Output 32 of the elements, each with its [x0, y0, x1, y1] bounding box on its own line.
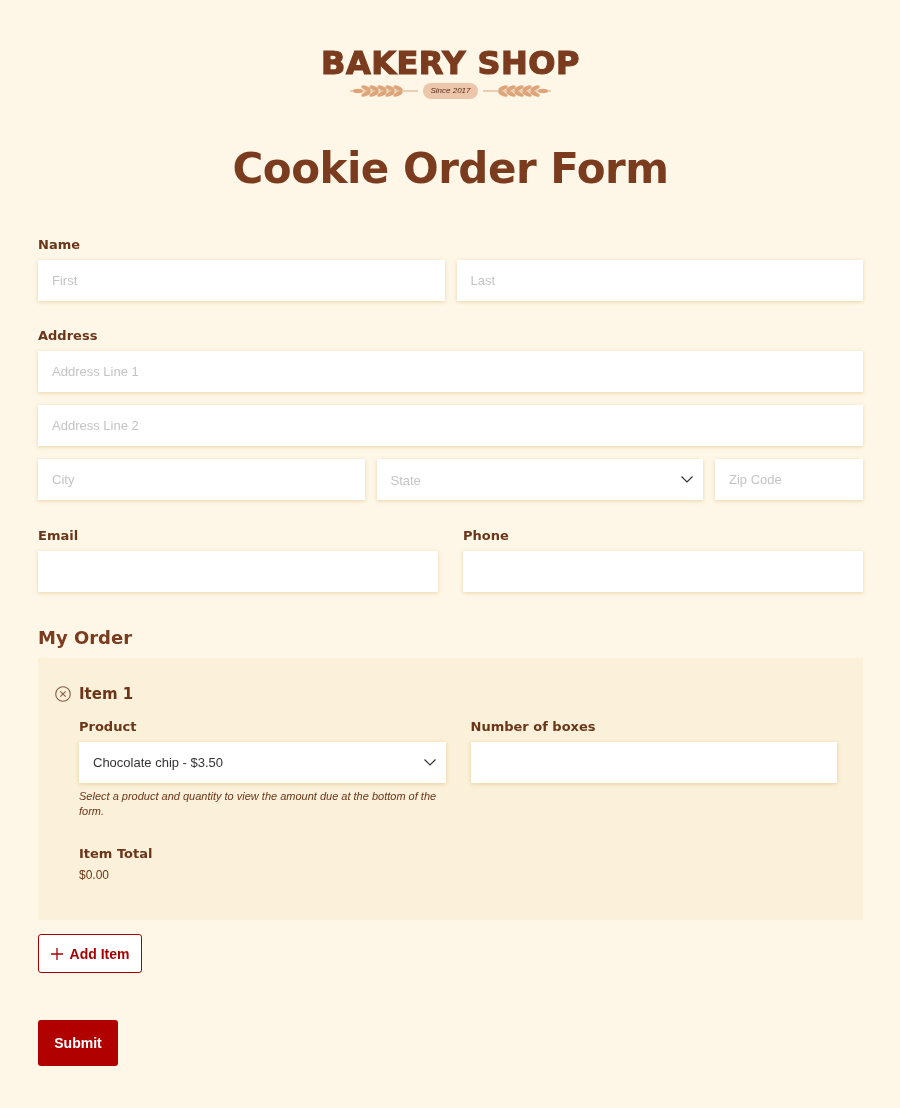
total-label: Item Total — [79, 845, 154, 863]
since-tag: Since 2017 — [423, 83, 478, 99]
text-input[interactable]: Last — [456, 260, 863, 301]
number-input[interactable] — [470, 742, 837, 783]
help-text: Select a product and quantity to view the amount due at the bottom of the form. — [79, 789, 438, 819]
field-label: Phone — [463, 527, 510, 545]
chevron-down-icon — [681, 476, 693, 483]
wheat-icon — [349, 83, 420, 99]
text-input[interactable]: Address Line 1 — [38, 351, 863, 392]
logo-wordmark: BAKERY SHOP — [321, 44, 580, 82]
text-input[interactable]: Zip Code — [715, 459, 863, 500]
text-input[interactable]: Address Line 2 — [38, 405, 863, 446]
text-input[interactable]: City — [38, 459, 365, 500]
field-label: Email — [38, 527, 80, 545]
item-title: Item 1 — [79, 684, 134, 705]
page-title: Cookie Order Form — [231, 143, 670, 195]
section-heading: My Order — [38, 626, 134, 650]
chevron-down-icon — [423, 759, 436, 766]
field-label: Product — [79, 718, 138, 736]
add-item-button[interactable]: Add Item — [38, 934, 142, 973]
text-input[interactable] — [38, 551, 438, 592]
field-label: Address — [38, 327, 99, 345]
submit-button[interactable]: Submit — [38, 1020, 118, 1066]
product-select[interactable]: Chocolate chip - $3.50 — [79, 742, 446, 783]
close-icon[interactable] — [55, 686, 71, 702]
plus-icon — [50, 947, 63, 960]
field-label: Number of boxes — [470, 718, 597, 736]
field-label: Name — [38, 236, 81, 254]
wheat-icon — [481, 83, 552, 99]
total-value: $0.00 — [79, 867, 111, 883]
text-input[interactable]: First — [38, 260, 445, 301]
text-input[interactable] — [463, 551, 863, 592]
